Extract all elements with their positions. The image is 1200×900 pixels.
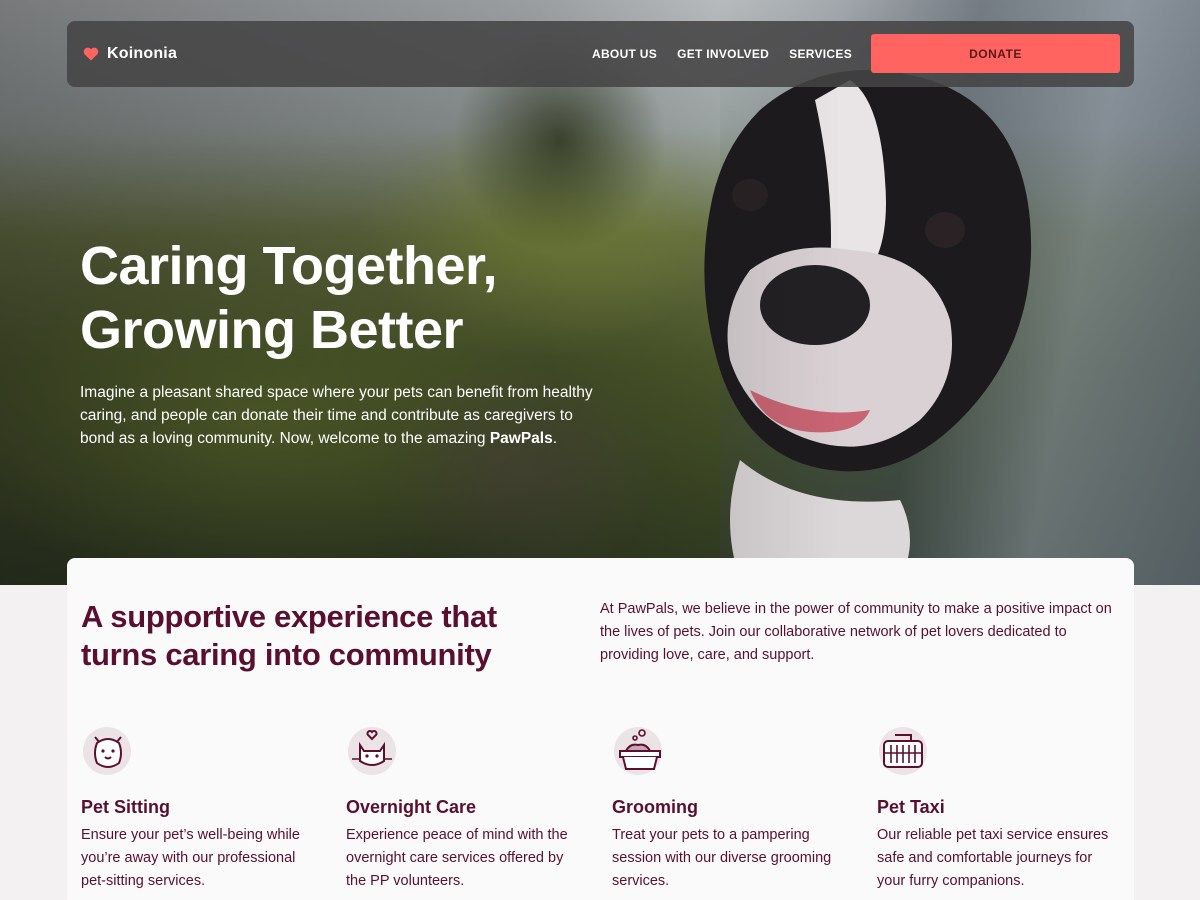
cat-heart-icon [348,727,396,775]
hero-brand-highlight: PawPals [489,430,553,447]
service-description: Treat your pets to a pampering session w… [612,827,832,889]
bath-tub-icon [614,727,662,775]
service-description: Experience peace of mind with the overni… [346,827,568,889]
service-overnight-care[interactable]: Overnight Care Experience peace of mind … [346,723,586,893]
pet-carrier-icon [879,727,927,775]
service-title: Pet Sitting [81,797,170,817]
service-title: Pet Taxi [877,797,945,817]
nav-link-about-us[interactable]: ABOUT US [592,47,657,61]
hero-title-line-2: Growing Better [80,300,464,360]
donate-button[interactable]: DONATE [871,34,1120,73]
nav-links: ABOUT US GET INVOLVED SERVICES [592,21,872,87]
service-description: Ensure your pet’s well-being while you’r… [81,827,300,889]
service-pet-sitting[interactable]: Pet Sitting Ensure your pet’s well-being… [81,723,321,893]
service-description: Our reliable pet taxi service ensures sa… [877,827,1109,889]
service-grooming[interactable]: Grooming Treat your pets to a pampering … [612,723,852,893]
hero-title: Caring Together, Growing Better [80,234,600,362]
nav-link-services[interactable]: SERVICES [789,47,852,61]
dog-face-icon [83,727,131,775]
intro-title: A supportive experience that turns carin… [81,599,497,672]
top-navigation: Koinonia ABOUT US GET INVOLVED SERVICES … [67,21,1134,87]
intro-card: A supportive experience that turns carin… [67,558,1134,900]
hero-description-end: . [552,430,558,447]
hero-description: Imagine a pleasant shared space where yo… [80,381,600,450]
service-pet-taxi[interactable]: Pet Taxi Our reliable pet taxi service e… [877,723,1117,893]
intro-text: At PawPals, we believe in the power of c… [600,601,1112,663]
heart-icon [83,47,99,61]
nav-link-get-involved[interactable]: GET INVOLVED [677,47,769,61]
service-title: Overnight Care [346,797,477,817]
brand-name: Koinonia [107,45,178,62]
service-title: Grooming [612,797,698,817]
brand-logo[interactable]: Koinonia [83,45,177,63]
hero-title-line-1: Caring Together, [80,236,498,296]
